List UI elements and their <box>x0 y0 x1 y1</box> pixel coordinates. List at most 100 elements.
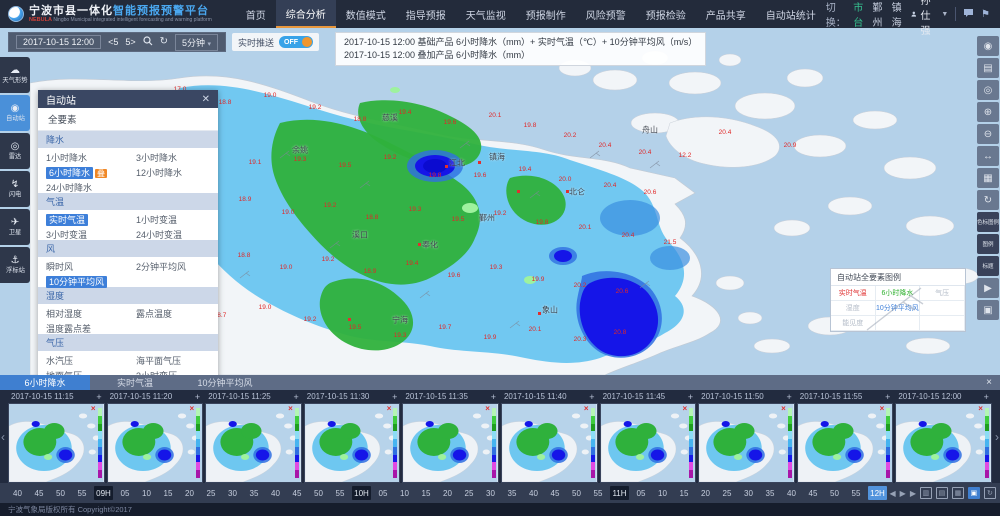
step-forward-button[interactable]: 5> <box>125 37 135 47</box>
close-icon[interactable]: × <box>91 404 96 413</box>
datetime-field[interactable]: 2017-10-15 12:00 <box>16 35 101 49</box>
minute-tick[interactable]: 30 <box>223 486 242 500</box>
minute-tick[interactable]: 15 <box>675 486 694 500</box>
minute-tick[interactable]: 30 <box>739 486 758 500</box>
close-icon[interactable]: × <box>781 404 786 413</box>
sidebar-tool[interactable]: ☁天气形势 <box>0 57 30 93</box>
thumbnail-map[interactable]: × <box>402 403 499 483</box>
thumbnail-map[interactable]: × <box>304 403 401 483</box>
thumbnail-map[interactable]: × <box>8 403 105 483</box>
minute-tick[interactable]: 05 <box>374 486 393 500</box>
sidebar-tool[interactable]: ◉自动站 <box>0 95 30 131</box>
close-icon[interactable]: × <box>880 404 885 413</box>
minute-tick[interactable]: 40 <box>8 486 27 500</box>
panel-option[interactable]: 3小时降水 <box>128 148 218 163</box>
minute-tick[interactable]: 20 <box>180 486 199 500</box>
nav-menu-item[interactable]: 预报检验 <box>636 0 696 28</box>
minute-tick[interactable]: 50 <box>51 486 70 500</box>
hour-tick[interactable]: 11H <box>610 486 629 500</box>
reset-view-icon[interactable]: ↻ <box>977 190 999 210</box>
add-icon[interactable]: + <box>984 392 989 402</box>
minute-tick[interactable]: 05 <box>632 486 651 500</box>
loop-icon[interactable]: ↻ <box>984 487 996 499</box>
overlay-mode-icon[interactable]: ▤ <box>936 487 948 499</box>
timeline-thumbnail[interactable]: 2017-10-15 12:00+ × <box>895 390 992 483</box>
minute-tick[interactable]: 15 <box>417 486 436 500</box>
nav-menu-item[interactable]: 首页 <box>236 0 276 28</box>
add-icon[interactable]: + <box>96 392 101 402</box>
minute-tick[interactable]: 40 <box>266 486 285 500</box>
hour-tick[interactable]: 09H <box>94 486 113 500</box>
thumbnail-map[interactable]: × <box>205 403 302 483</box>
timeline-thumbnail[interactable]: 2017-10-15 11:30+ × <box>304 390 401 483</box>
minute-tick[interactable]: 50 <box>825 486 844 500</box>
message-icon[interactable] <box>963 8 974 21</box>
minute-tick[interactable]: 40 <box>524 486 543 500</box>
prev-frame-icon[interactable]: ◀ <box>890 488 896 499</box>
hour-tick[interactable]: 12H <box>868 486 887 500</box>
panel-option[interactable]: 1小时变温 <box>128 210 218 225</box>
notice-icon[interactable]: ⚑ <box>981 9 990 20</box>
switch-option[interactable]: 市台 <box>853 0 865 29</box>
add-icon[interactable]: + <box>589 392 594 402</box>
minute-tick[interactable]: 35 <box>245 486 264 500</box>
interval-select[interactable]: 5分钟 ▾ <box>175 34 218 51</box>
minute-tick[interactable]: 40 <box>782 486 801 500</box>
minute-tick[interactable]: 50 <box>567 486 586 500</box>
panel-option[interactable]: 海平面气压 <box>128 351 218 366</box>
scroll-left-icon[interactable]: ‹ <box>1 430 5 444</box>
minute-tick[interactable]: 55 <box>589 486 608 500</box>
panel-option[interactable]: 24小时降水 <box>38 178 128 193</box>
close-icon[interactable]: × <box>682 404 687 413</box>
product-tab[interactable]: 6小时降水 <box>0 375 90 390</box>
snapshot-icon[interactable]: ▣ <box>977 300 999 320</box>
close-icon[interactable]: × <box>288 404 293 413</box>
panel-option[interactable]: 3小时变温 <box>38 225 128 240</box>
minute-tick[interactable]: 45 <box>30 486 49 500</box>
map-option-button[interactable]: 标题 <box>977 256 999 276</box>
minute-tick[interactable]: 45 <box>804 486 823 500</box>
map-option-button[interactable]: 色标图例 <box>977 212 999 232</box>
zoom-out-icon[interactable]: ⊖ <box>977 124 999 144</box>
thumbnail-map[interactable]: × <box>698 403 795 483</box>
refresh-icon[interactable]: ↻ <box>160 37 168 47</box>
panel-option[interactable]: 地面气压 <box>38 366 128 375</box>
play-icon[interactable]: ▶ <box>910 488 916 499</box>
panel-option[interactable]: 2分钟平均风 <box>128 257 218 272</box>
panel-option[interactable]: 24小时变温 <box>128 225 218 240</box>
minute-tick[interactable]: 50 <box>309 486 328 500</box>
sidebar-tool[interactable]: ◎雷达 <box>0 133 30 169</box>
layers-icon[interactable]: ▤ <box>977 58 999 78</box>
minute-tick[interactable]: 55 <box>73 486 92 500</box>
minute-tick[interactable]: 15 <box>159 486 178 500</box>
zoom-in-icon[interactable]: ⊕ <box>977 102 999 122</box>
add-icon[interactable]: + <box>786 392 791 402</box>
panel-option[interactable]: 露点温度 <box>128 304 218 319</box>
panel-option[interactable]: 3小时变压 <box>128 366 218 375</box>
thumbnail-map[interactable]: × <box>797 403 894 483</box>
minute-tick[interactable]: 45 <box>288 486 307 500</box>
push-toggle[interactable]: OFF <box>279 36 313 48</box>
minute-tick[interactable]: 35 <box>761 486 780 500</box>
thumbnail-map[interactable]: × <box>600 403 697 483</box>
hour-tick[interactable]: 10H <box>352 486 371 500</box>
map-option-button[interactable]: 图例 <box>977 234 999 254</box>
product-tab[interactable]: 10分钟平均风 <box>180 375 270 390</box>
nav-menu-item[interactable]: 数值模式 <box>336 0 396 28</box>
switch-option[interactable]: 镇海 <box>892 0 904 29</box>
panel-option[interactable]: 10分钟平均风 <box>38 272 128 287</box>
panel-option[interactable]: 温度露点差 <box>38 319 128 334</box>
user-menu[interactable]: 孙仕强 ▼ <box>911 0 949 37</box>
measure-icon[interactable]: ↔ <box>977 146 999 166</box>
nav-menu-item[interactable]: 产品共享 <box>696 0 756 28</box>
timeline-thumbnail[interactable]: 2017-10-15 11:25+ × <box>205 390 302 483</box>
nav-menu-item[interactable]: 指导预报 <box>396 0 456 28</box>
nav-menu-item[interactable]: 风险预警 <box>576 0 636 28</box>
minute-tick[interactable]: 30 <box>481 486 500 500</box>
timeline-thumbnail[interactable]: 2017-10-15 11:20+ × <box>107 390 204 483</box>
minute-tick[interactable]: 10 <box>653 486 672 500</box>
panel-option[interactable]: 12小时降水 <box>128 163 218 178</box>
thumbnail-map[interactable]: × <box>107 403 204 483</box>
add-icon[interactable]: + <box>491 392 496 402</box>
timeline-thumbnail[interactable]: 2017-10-15 11:50+ × <box>698 390 795 483</box>
